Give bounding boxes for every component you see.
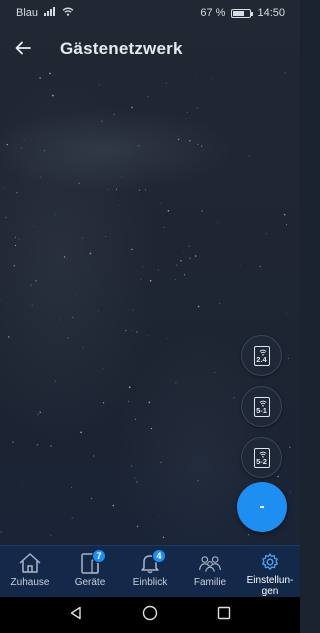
- nav-label: Einblick: [132, 577, 168, 588]
- app-bar: Gästenetzwerk: [0, 26, 300, 72]
- notification-badge: 7: [92, 549, 106, 563]
- battery-icon: [231, 8, 254, 18]
- signal-icon: [44, 7, 56, 19]
- band-2-4-button[interactable]: 2.4: [241, 335, 282, 376]
- devices-icon: 7: [77, 549, 106, 575]
- nav-label: Familie: [193, 577, 227, 588]
- system-back-icon[interactable]: [69, 606, 83, 625]
- band-label: 5-2: [256, 456, 267, 466]
- nav-item-zuhause[interactable]: Zuhause: [0, 546, 60, 597]
- wifi-band-icon: 5-1: [253, 396, 270, 417]
- band-5-2-button[interactable]: 5-2: [241, 437, 282, 478]
- arrow-left-icon: [15, 38, 31, 61]
- nav-label: Zuhause: [10, 577, 50, 588]
- battery-level: [233, 10, 245, 16]
- band-label: 5-1: [256, 405, 267, 415]
- family-icon: [197, 551, 223, 575]
- system-recents-icon[interactable]: [217, 606, 231, 625]
- page-title: Gästenetzwerk: [60, 39, 183, 58]
- nav-label: Geräte: [74, 577, 106, 588]
- bell-icon: 4: [137, 549, 166, 575]
- notification-badge: 4: [152, 549, 166, 563]
- wifi-band-icon: 2.4: [253, 345, 270, 366]
- nav-label: Einstellun-gen: [246, 575, 294, 597]
- nav-item-familie[interactable]: Familie: [180, 546, 240, 597]
- fab-label: -: [259, 498, 265, 515]
- wifi-band-icon: 5-2: [253, 447, 270, 468]
- clock: 14:50: [257, 7, 285, 19]
- home-icon: [17, 551, 43, 575]
- settings-gear-icon: [257, 551, 283, 573]
- back-button[interactable]: [0, 26, 46, 72]
- bottom-navigation: Zuhause 7 Geräte 4 Einblick Familie Eins…: [0, 545, 300, 597]
- carrier-label: Blau: [16, 7, 39, 19]
- nav-item-geraete[interactable]: 7 Geräte: [60, 546, 120, 597]
- band-5-1-button[interactable]: 5-1: [241, 386, 282, 427]
- status-bar: Blau 67 % 14:50: [0, 0, 300, 26]
- wifi-status-icon: [62, 7, 74, 19]
- battery-percent: 67 %: [200, 7, 226, 19]
- toggle-fab-button[interactable]: -: [237, 482, 287, 532]
- nav-item-einstellungen[interactable]: Einstellun-gen: [240, 546, 300, 597]
- system-home-icon[interactable]: [142, 605, 158, 626]
- system-navigation-bar: [0, 597, 300, 633]
- nav-item-einblick[interactable]: 4 Einblick: [120, 546, 180, 597]
- band-label: 2.4: [256, 354, 267, 364]
